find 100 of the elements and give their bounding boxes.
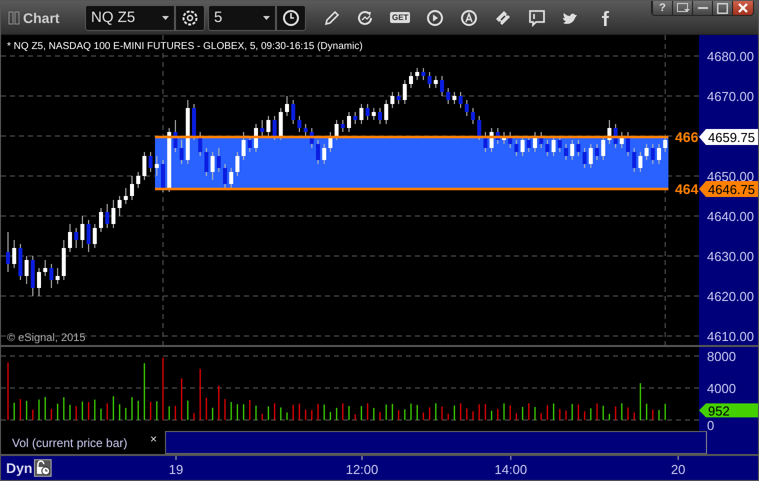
upper-level-line[interactable] [155,136,668,138]
candlestick [564,144,568,161]
candlestick [409,72,413,89]
candlestick [334,120,339,141]
candlestick [545,140,550,157]
candlestick [514,140,518,157]
lower-level-line[interactable] [155,188,668,190]
get-button[interactable]: GET [390,12,410,24]
candlestick [235,152,240,177]
candlestick [322,144,326,165]
refresh-icon[interactable] [356,8,374,27]
candlestick [223,164,227,189]
price-axis-label: 4670.00 [707,89,754,104]
candlestick [24,256,29,285]
candlestick [291,100,296,125]
price-axis-label: 4680.00 [707,49,754,64]
candlestick [12,240,16,269]
ticket-icon[interactable] [494,8,512,27]
candlestick [372,108,376,121]
close-icon [738,3,748,13]
level-label: 464 [675,181,698,198]
candlestick [347,112,351,133]
price-axis-label: 4620.00 [707,289,754,304]
candlestick [216,148,221,173]
candlestick [204,148,208,177]
candlestick [440,76,444,97]
restore-menu-button[interactable] [672,1,692,15]
caret-icon [162,16,169,20]
window-title: Chart [23,10,61,26]
caret-icon [263,16,270,20]
price-axis-label: 4630.00 [707,249,754,264]
minimize-icon [698,7,708,9]
candlestick [37,268,41,297]
candlestick [434,76,438,89]
candlestick [458,92,463,109]
candlestick [49,264,54,289]
maximize-icon [717,2,728,14]
candlestick [154,156,159,177]
candlestick [595,144,599,161]
candlestick [588,144,593,169]
candlestick [130,176,134,201]
candlestick [148,152,153,173]
candlestick [242,132,246,161]
candlestick [428,72,432,89]
clock-button[interactable] [276,4,306,31]
candlestick [601,136,606,161]
candlestick [582,148,587,169]
play-icon[interactable] [426,8,444,27]
chart-title: * NQ Z5, NASDAQ 100 E-MINI FUTURES - GLOBEX, 5, 09:30-16:15 (Dynamic) [7,41,363,52]
minimize-button[interactable] [692,1,712,15]
candlestick [378,108,382,125]
candlestick [421,68,426,81]
candlestick [520,136,525,157]
mode-label: Dyn [6,460,32,476]
candlestick [396,92,401,105]
candlestick [384,100,388,125]
candlestick [248,136,252,153]
close-button[interactable]: × [150,432,160,446]
candlestick [663,136,668,153]
grip-icon[interactable] [8,10,20,25]
candlestick [86,220,91,253]
lock-clock-icon[interactable] [34,459,52,477]
candlestick [80,216,84,249]
candlestick [297,116,302,133]
settings-button[interactable] [175,4,205,31]
gear-icon [181,8,199,27]
candlestick [118,196,122,217]
candlestick [161,160,165,193]
candlestick [43,260,48,277]
candlestick [471,108,475,125]
alert-a-icon[interactable] [460,8,478,27]
time-axis-label: 19 [168,462,184,477]
price-marker: 4646.75 [699,181,758,198]
candlestick [124,188,128,205]
candlestick [99,208,103,233]
candlestick [526,136,531,153]
candlestick [402,80,407,105]
maximize-button[interactable] [712,1,732,15]
candlestick [260,120,264,137]
close-button[interactable] [732,1,753,15]
candlestick [111,200,116,229]
help-button[interactable]: ? [652,1,672,15]
candlestick [74,228,78,249]
interval-field[interactable]: 5 [208,4,276,31]
candlestick [340,120,345,133]
candlestick [570,140,574,161]
comment-icon[interactable] [528,8,546,27]
time-axis-label: 14:00 [494,462,528,477]
price-marker: 4659.75 [699,129,758,146]
symbol-field[interactable]: NQ Z5 [85,4,175,31]
candlestick [464,100,469,117]
pencil-icon[interactable] [322,8,340,27]
candlestick [285,96,289,117]
copyright-text: © eSignal, 2015 [7,332,86,344]
candlestick [638,152,642,173]
candlestick [415,68,420,81]
indicator-label: Vol (current price bar) [11,436,128,450]
candlestick [136,172,140,189]
candlestick [278,108,283,141]
candlestick [229,168,234,189]
